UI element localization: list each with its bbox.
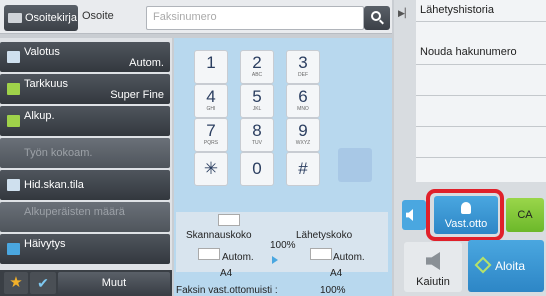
original-icon — [7, 115, 20, 127]
key-star[interactable]: ✳ — [194, 152, 228, 186]
original-label: Alkup. — [24, 110, 55, 122]
key-0[interactable]: 0 — [240, 152, 274, 186]
slow-scan-icon — [7, 179, 20, 191]
highlight-ring — [426, 189, 504, 241]
exposure-button[interactable]: Valotus Autom. — [0, 42, 170, 72]
check-icon[interactable]: ✔ — [30, 272, 56, 294]
fade-button[interactable]: Häivytys — [0, 234, 170, 264]
volume-icon — [406, 209, 413, 221]
key-hash[interactable]: # — [286, 152, 320, 186]
send-size-value: Autom. — [333, 252, 365, 263]
star-icon[interactable]: ★ — [4, 272, 28, 294]
scan-size-label: Skannauskoko — [186, 230, 252, 241]
job-build-label: Työn kokoam. — [24, 147, 93, 159]
fax-number-input[interactable]: Faksinumero — [146, 6, 364, 30]
address-book-label: Osoitekirja — [25, 12, 77, 24]
scan-paper-size: A4 — [220, 268, 233, 279]
speaker-icon — [426, 252, 440, 270]
ca-button[interactable]: CA — [506, 198, 544, 232]
speaker-label: Kaiutin — [416, 276, 450, 288]
divider — [416, 64, 546, 65]
fax-memory-label: Faksin vast.ottomuisti : — [176, 285, 278, 296]
fax-memory-value: 100% — [320, 285, 346, 296]
send-paper-icon — [310, 248, 332, 260]
send-paper-size: A4 — [330, 268, 343, 279]
resolution-label: Tarkkuus — [24, 78, 69, 90]
original-button[interactable]: Alkup. — [0, 106, 170, 136]
original-count-button[interactable]: Alkuperäisten määrä — [0, 202, 170, 232]
slow-scan-button[interactable]: Hid.skan.tila — [0, 170, 170, 200]
key-7[interactable]: 7 PQRS — [194, 118, 228, 152]
start-button[interactable]: Aloita — [468, 240, 544, 292]
scan-size-icon — [218, 214, 240, 226]
key-8[interactable]: 8 TUV — [240, 118, 274, 152]
resolution-value: Super Fine — [110, 89, 164, 101]
key-9[interactable]: 9 WXYZ — [286, 118, 320, 152]
key-6[interactable]: 6 MNO — [286, 84, 320, 118]
resolution-icon — [7, 83, 20, 95]
exposure-label: Valotus — [24, 46, 60, 58]
original-count-label: Alkuperäisten määrä — [24, 206, 125, 218]
fade-label: Häivytys — [24, 238, 66, 250]
clear-key[interactable] — [338, 148, 372, 182]
divider — [416, 126, 546, 127]
volume-button[interactable] — [402, 200, 426, 230]
start-icon — [474, 256, 492, 274]
collapse-panel-icon[interactable]: ▶▏ — [398, 8, 412, 28]
divider — [416, 95, 546, 96]
ratio-value: 100% — [270, 240, 296, 251]
send-history-link[interactable]: Lähetyshistoria — [416, 0, 546, 22]
fade-icon — [7, 243, 20, 255]
others-button[interactable]: Muut — [58, 272, 170, 294]
slow-scan-label: Hid.skan.tila — [24, 179, 84, 191]
exposure-icon — [7, 51, 20, 63]
divider — [416, 157, 546, 158]
job-build-button[interactable]: Työn kokoam. — [0, 138, 170, 168]
speaker-button[interactable]: Kaiutin — [404, 242, 462, 292]
scan-size-value: Autom. — [222, 252, 254, 263]
resolution-button[interactable]: Tarkkuus Super Fine — [0, 74, 170, 104]
address-book-button[interactable]: Osoitekirja — [4, 5, 78, 31]
search-button[interactable] — [364, 6, 390, 30]
start-label: Aloita — [495, 259, 526, 273]
exposure-value: Autom. — [129, 57, 164, 69]
address-label: Osoite — [82, 10, 114, 22]
send-size-label: Lähetyskoko — [296, 230, 353, 241]
arrow-right-icon — [272, 256, 278, 264]
key-1[interactable]: 1 — [194, 50, 228, 84]
retrieve-number-link[interactable]: Nouda hakunumero — [416, 44, 546, 64]
key-4[interactable]: 4 GHI — [194, 84, 228, 118]
address-book-icon — [8, 13, 22, 23]
key-2[interactable]: 2 ABC — [240, 50, 274, 84]
key-3[interactable]: 3 DEF — [286, 50, 320, 84]
scan-paper-icon — [198, 248, 220, 260]
key-5[interactable]: 5 JKL — [240, 84, 274, 118]
